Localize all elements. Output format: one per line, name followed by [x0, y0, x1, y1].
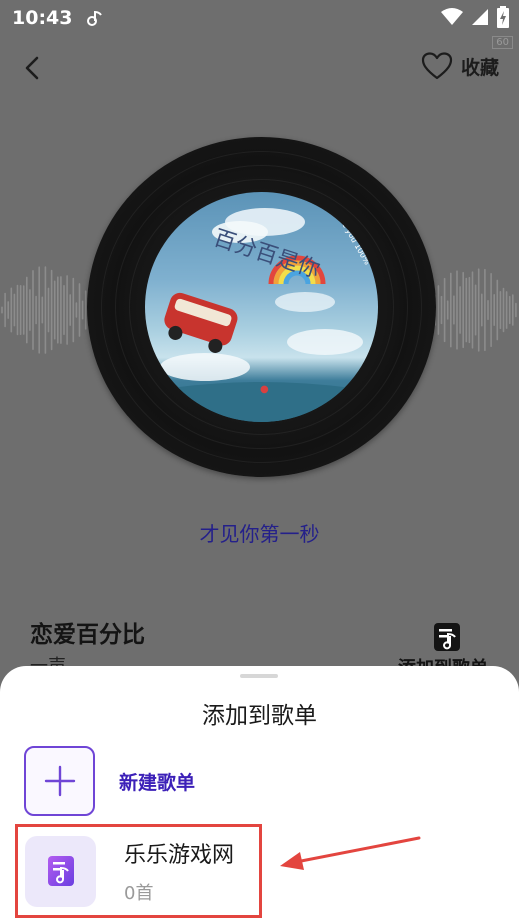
vinyl-record: ● 百分百是你 Love you 100%	[87, 137, 436, 477]
signal-icon	[472, 9, 488, 25]
favorite-label: 收藏	[460, 56, 499, 79]
music-app-icon	[87, 10, 103, 26]
status-bar: 10:43	[0, 0, 519, 36]
new-playlist-label[interactable]: 新建歌单	[119, 768, 195, 795]
playlist-icon	[47, 856, 74, 886]
album-cover: ● 百分百是你 Love you 100%	[145, 192, 378, 422]
status-icons	[441, 6, 509, 28]
back-icon[interactable]	[18, 52, 50, 84]
sheet-handle[interactable]	[240, 674, 278, 678]
cover-dot: ●	[260, 384, 269, 395]
lyric-line: 才见你第一秒	[199, 522, 320, 546]
sheet-title: 添加到歌单	[202, 703, 317, 729]
status-time: 10:43	[12, 7, 73, 29]
plus-icon	[44, 765, 75, 797]
new-playlist-box[interactable]	[24, 746, 95, 816]
battery-icon	[497, 6, 509, 28]
new-playlist-button[interactable]: 新建歌单	[24, 746, 494, 816]
waveform-left	[1, 266, 93, 354]
fps-badge: 60	[492, 36, 513, 49]
playlist-add-icon[interactable]	[433, 622, 461, 652]
favorite-button[interactable]: 收藏	[421, 52, 499, 80]
waveform-right	[425, 268, 517, 352]
player-screen: 10:43 60 收藏 ● 百分百是你 Love you 100% 才见你第一秒…	[0, 0, 519, 924]
wifi-icon	[441, 8, 463, 25]
song-title: 恋爱百分比	[30, 622, 145, 648]
playlist-item[interactable]: 乐乐游戏网 0首	[15, 824, 262, 918]
playlist-name: 乐乐游戏网	[124, 843, 235, 868]
playlist-text: 乐乐游戏网 0首	[124, 837, 234, 905]
heart-icon	[421, 52, 453, 80]
annotation-arrow	[280, 836, 421, 870]
playlist-count: 0首	[124, 883, 154, 904]
add-to-playlist-sheet: 添加到歌单 新建歌单 乐乐游戏网 0首	[0, 666, 519, 924]
album-cover-art: ● 百分百是你 Love you 100%	[145, 208, 378, 422]
playlist-cover	[25, 835, 96, 907]
